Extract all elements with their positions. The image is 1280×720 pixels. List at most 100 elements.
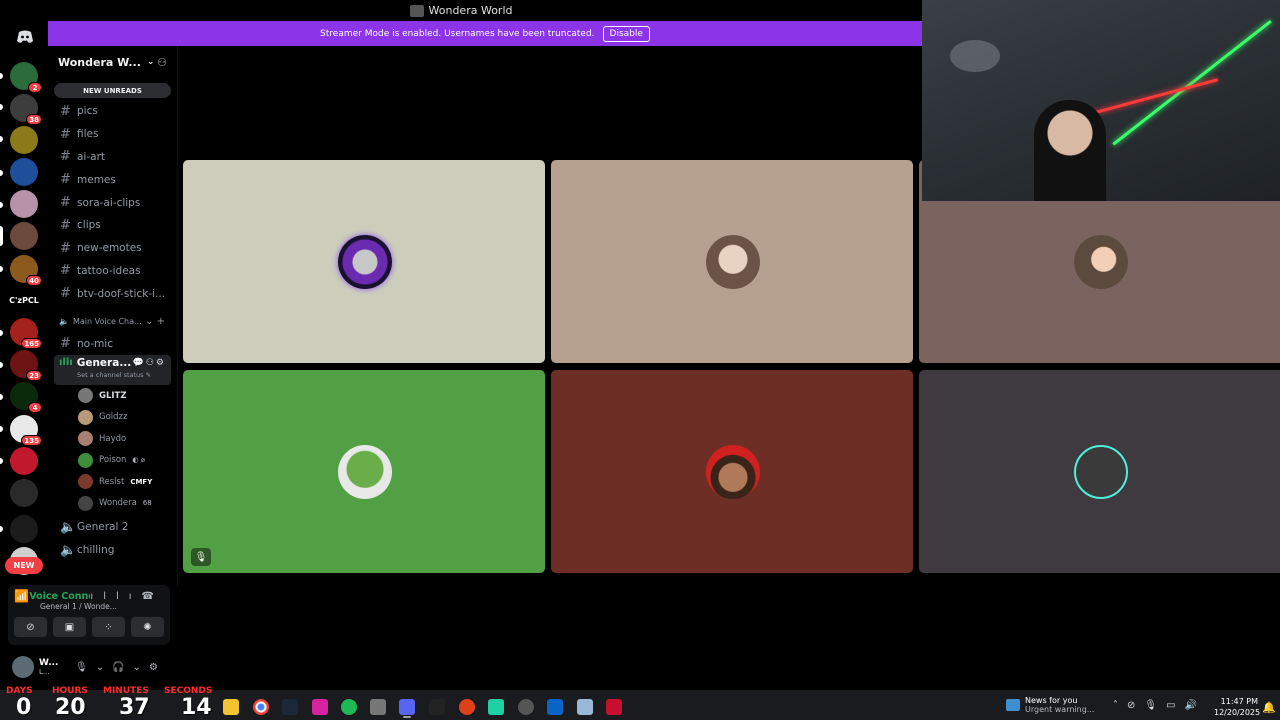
server-icon[interactable] [10,158,38,186]
speaker-icon: 🔈 [60,519,77,535]
invite-people-icon[interactable]: ⚇ [157,56,167,69]
instagram-icon[interactable] [312,699,328,715]
voice-user[interactable]: Wondera 68 [48,492,177,514]
app-icon[interactable] [459,699,475,715]
photos-icon[interactable] [577,699,593,715]
soundboard-button[interactable]: ✺ [131,617,164,637]
voice-activity-icon: ıllı [59,357,73,369]
avatar [78,409,93,425]
server-icon[interactable] [10,126,38,154]
window-titlebar: Wondera World [0,0,922,21]
server-icon[interactable]: 2 [10,62,42,93]
server-icon[interactable] [10,515,38,543]
speaker-icon: 🔈 [59,317,69,327]
signal-icon[interactable]: 📶 [14,589,29,603]
video-tile[interactable] [919,370,1280,573]
voice-user[interactable]: Poison ◐ ⌀ [48,449,177,471]
news-icon [1006,699,1020,711]
avatar[interactable] [12,656,34,678]
voice-user-tag: CMFY [130,477,153,486]
voice-user[interactable]: Reslst CMFY [48,471,177,493]
channel-btv-doof-stick[interactable]: # btv-doof-stick-i... [48,282,177,305]
server-icon[interactable] [10,222,38,250]
discord-icon[interactable] [399,699,415,715]
server-icon[interactable]: 135 [10,415,42,446]
channel-ai-art[interactable]: # ai-art [48,146,177,169]
file-explorer-icon[interactable] [223,699,239,715]
channel-pics[interactable]: # pics [48,100,177,123]
channel-label: files [77,128,99,141]
channel-label: memes [77,173,116,186]
channel-new-emotes[interactable]: # new-emotes [48,237,177,260]
terminal-icon[interactable] [429,699,445,715]
server-icon[interactable] [10,190,38,218]
spotify-icon[interactable] [341,699,357,715]
voice-panel-actions[interactable]: ıllı☎ [90,591,164,602]
add-channel-icon[interactable]: ⌄ + [145,316,165,327]
news-widget[interactable]: News for you Urgent warning... [1006,696,1094,714]
new-servers-pill[interactable]: NEW [5,557,43,574]
chrome-icon[interactable] [253,699,269,715]
voice-user[interactable]: GLITZ [48,385,177,407]
active-voice-channel[interactable]: ıllı Genera... 💬⚇⚙ Set a channel status ✎ [54,354,171,385]
new-unreads-pill[interactable]: NEW UNREADS [54,83,171,98]
server-label: C'zPCL [9,295,39,305]
channel-no-mic[interactable]: # no-mic [48,332,177,355]
streamer-mode-banner: Streamer Mode is enabled. Usernames have… [48,21,922,46]
disable-streamer-mode-button[interactable]: Disable [602,25,650,42]
app-icon[interactable] [488,699,504,715]
server-icon[interactable]: 4 [10,382,42,413]
voice-channel-general-2[interactable]: 🔈 General 2 [48,516,177,539]
channel-label: ai-art [77,150,106,163]
video-tile[interactable] [183,160,545,363]
system-tray-icons[interactable]: ˄⊘🎙▭🔊 [1113,700,1206,711]
channel-files[interactable]: # files [48,123,177,146]
channel-label: sora-ai-clips [77,196,141,209]
channel-memes[interactable]: # memes [48,168,177,191]
server-icon[interactable]: C'zPCL [9,286,39,314]
taskbar-clock[interactable]: 11:47 PM 12/20/2025 [1214,696,1260,718]
server-icon[interactable] [10,447,38,475]
voice-category[interactable]: 🔈 Main Voice Cha... ⌄ + [48,311,177,332]
steam-icon[interactable] [282,699,298,715]
screen-share-button[interactable]: ▣ [53,617,86,637]
channel-status[interactable]: Set a channel status [77,371,144,379]
user-controls[interactable]: 🎙⌄🎧⌄⚙ [75,662,166,673]
video-tile[interactable]: 🎙 [183,370,545,573]
voice-channel-chilling[interactable]: 🔈 chilling [48,539,177,562]
discord-home-icon[interactable] [12,27,38,47]
user-panel: W... L... 🎙⌄🎧⌄⚙ [8,650,170,684]
settings-icon[interactable] [370,699,386,715]
video-tile[interactable] [551,160,913,363]
voice-user[interactable]: Goldzz [48,406,177,428]
notification-bell-icon[interactable]: 🔔 [1262,701,1276,714]
server-icon[interactable]: 40 [10,255,42,286]
server-icon[interactable] [10,479,38,507]
webcam-overlay [922,0,1280,201]
category-label: Main Voice Cha... [72,317,142,327]
guild-header[interactable]: Wondera W... ⌄ ⚇ [48,46,177,78]
video-tile[interactable] [551,370,913,573]
server-icon[interactable]: 165 [10,318,42,349]
outlook-icon[interactable] [547,699,563,715]
camera-off-button[interactable]: ⊘ [14,617,47,637]
obs-icon[interactable] [518,699,534,715]
channel-sidebar: Wondera W... ⌄ ⚇ NEW UNREADS # pics # file… [48,46,178,586]
channel-tattoo-ideas[interactable]: # tattoo-ideas [48,260,177,283]
window-title: Wondera World [428,4,513,17]
channel-label: tattoo-ideas [77,264,141,277]
activities-button[interactable]: ⁘ [92,617,125,637]
channel-clips[interactable]: # clips [48,214,177,237]
news-title: News for you [1025,696,1078,705]
pencil-icon[interactable]: ✎ [146,371,151,379]
app-icon[interactable] [606,699,622,715]
voice-channel-name: Genera... [76,356,132,369]
server-badge: 2 [28,82,42,93]
voice-user-name: Wondera [99,498,137,509]
voice-user[interactable]: Haydo [48,428,177,450]
channel-sora-ai-clips[interactable]: # sora-ai-clips [48,191,177,214]
voice-channel-actions[interactable]: 💬⚇⚙ [133,358,166,368]
voice-user-name: Haydo [99,433,127,444]
server-icon[interactable]: 23 [10,350,42,381]
server-icon[interactable]: 38 [10,94,42,125]
